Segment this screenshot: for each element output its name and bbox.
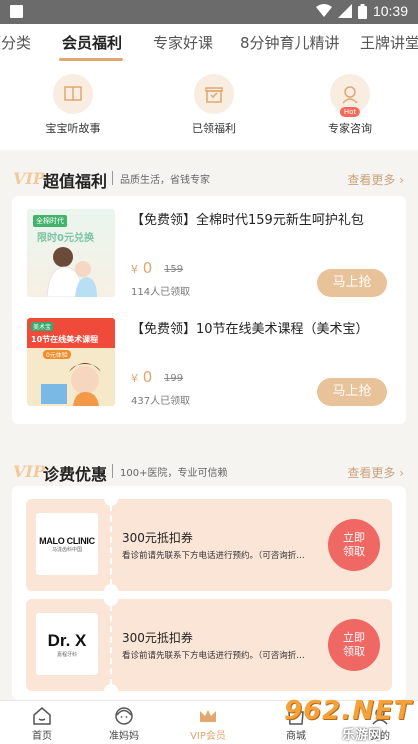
benefits-more-link[interactable]: 查看更多 › bbox=[347, 171, 404, 188]
benefit-price: ¥ 0 bbox=[131, 368, 153, 386]
vip-mark: VIP bbox=[13, 169, 45, 188]
site-watermark: 962.NET 乐游网 bbox=[278, 694, 418, 743]
section-title: 超值福利 bbox=[43, 172, 108, 191]
shortcut-label: 宝宝听故事 bbox=[45, 122, 101, 135]
home-icon bbox=[12, 705, 72, 727]
benefits-card: 全棉时代 限时0元兑换 【免费领】全棉时代159元新生呵护礼包 ¥ 0 159 … bbox=[12, 196, 406, 424]
active-tab-indicator bbox=[59, 58, 123, 61]
product-thumbnail: 全棉时代 限时0元兑换 bbox=[27, 209, 115, 297]
clinic-logo: Dr. X 嘉程牙科 bbox=[36, 613, 98, 675]
claim-now-button[interactable]: 立即领取 bbox=[328, 519, 380, 571]
shortcut-label: 已领福利 bbox=[192, 122, 236, 135]
tab-category[interactable]: 领分类 bbox=[0, 32, 31, 53]
tab-parenting-talk[interactable]: 8分钟育儿精讲 bbox=[240, 32, 340, 53]
grab-button[interactable]: 马上抢 bbox=[317, 378, 387, 406]
clinic-more-link[interactable]: 查看更多 › bbox=[347, 464, 404, 481]
clinic-logo: MALO CLINIC 马泷齿科中国 bbox=[36, 513, 98, 575]
section-subtitle: 品质生活，省钱专家 bbox=[120, 175, 210, 186]
benefit-title: 【免费领】全棉时代159元新生呵护礼包 bbox=[131, 213, 364, 228]
system-icons: 10:39 bbox=[315, 3, 408, 19]
expert-icon: Hot bbox=[330, 74, 370, 117]
clock: 10:39 bbox=[372, 3, 408, 19]
battery-icon bbox=[357, 3, 367, 19]
watermark-subtitle: 乐游网 bbox=[342, 728, 382, 743]
vip-mark: VIP bbox=[13, 462, 45, 481]
notification-icon bbox=[10, 5, 23, 18]
benefit-price: ¥ 0 bbox=[131, 259, 153, 277]
shortcut-expert[interactable]: Hot 专家咨询 bbox=[305, 74, 395, 136]
benefit-item[interactable]: 全棉时代 限时0元兑换 【免费领】全棉时代159元新生呵护礼包 ¥ 0 159 … bbox=[27, 209, 391, 305]
tab-expert-courses[interactable]: 专家好课 bbox=[153, 32, 213, 53]
claim-now-button[interactable]: 立即领取 bbox=[328, 619, 380, 671]
watermark-logo: 962.NET bbox=[284, 696, 413, 726]
coupon-title: 300元抵扣券 bbox=[122, 531, 193, 545]
benefit-title: 【免费领】10节在线美术课程（美术宝） bbox=[131, 322, 369, 337]
crown-icon bbox=[178, 705, 238, 727]
hot-badge: Hot bbox=[339, 107, 361, 117]
shortcut-label: 专家咨询 bbox=[328, 122, 372, 135]
benefit-item[interactable]: 美术宝 10节在线美术课程 0元体验 【免费领】10节在线美术课程（美术宝） ¥… bbox=[27, 318, 391, 414]
benefit-claimed-count: 437人已领取 bbox=[131, 396, 191, 407]
tab-member-benefits[interactable]: 会员福利 bbox=[62, 32, 122, 53]
section-title: 诊费优惠 bbox=[43, 465, 108, 484]
tab-ace-lectures[interactable]: 王牌讲堂 bbox=[360, 32, 418, 53]
coupon-description: 看诊前请先联系下方电话进行预约。（可咨询折… bbox=[122, 651, 305, 661]
clinic-coupon[interactable]: Dr. X 嘉程牙科 300元抵扣券 看诊前请先联系下方电话进行预约。（可咨询折… bbox=[26, 599, 392, 691]
coupon-description: 看诊前请先联系下方电话进行预约。（可咨询折… bbox=[122, 551, 305, 561]
gift-icon bbox=[194, 74, 234, 114]
wifi-icon bbox=[315, 4, 332, 17]
shortcut-row: 宝宝听故事 已领福利 Hot 专家咨询 bbox=[0, 62, 418, 150]
clinic-coupon[interactable]: MALO CLINIC 马泷齿科中国 300元抵扣券 看诊前请先联系下方电话进行… bbox=[26, 499, 392, 591]
mom-icon bbox=[94, 705, 154, 727]
status-bar: 10:39 bbox=[0, 0, 418, 24]
section-subtitle: 100+医院，专业可信赖 bbox=[120, 468, 228, 479]
benefit-original-price: 199 bbox=[164, 373, 184, 384]
coupon-title: 300元抵扣券 bbox=[122, 631, 193, 645]
section-divider bbox=[112, 464, 113, 478]
shortcut-claimed[interactable]: 已领福利 bbox=[169, 74, 259, 136]
signal-icon bbox=[337, 4, 352, 18]
section-divider bbox=[112, 171, 113, 185]
nav-home[interactable]: 首页 bbox=[12, 705, 72, 742]
book-icon bbox=[53, 74, 93, 114]
product-thumbnail: 美术宝 10节在线美术课程 0元体验 bbox=[27, 318, 115, 406]
nav-vip[interactable]: VIP会员 bbox=[178, 705, 238, 742]
shortcut-stories[interactable]: 宝宝听故事 bbox=[28, 74, 118, 136]
benefit-claimed-count: 114人已领取 bbox=[131, 287, 191, 298]
grab-button[interactable]: 马上抢 bbox=[317, 269, 387, 297]
category-tabs: 领分类 会员福利 专家好课 8分钟育儿精讲 王牌讲堂 bbox=[0, 24, 418, 62]
benefit-original-price: 159 bbox=[164, 264, 184, 275]
nav-mom[interactable]: 准妈妈 bbox=[94, 705, 154, 742]
clinic-card: MALO CLINIC 马泷齿科中国 300元抵扣券 看诊前请先联系下方电话进行… bbox=[12, 486, 406, 700]
